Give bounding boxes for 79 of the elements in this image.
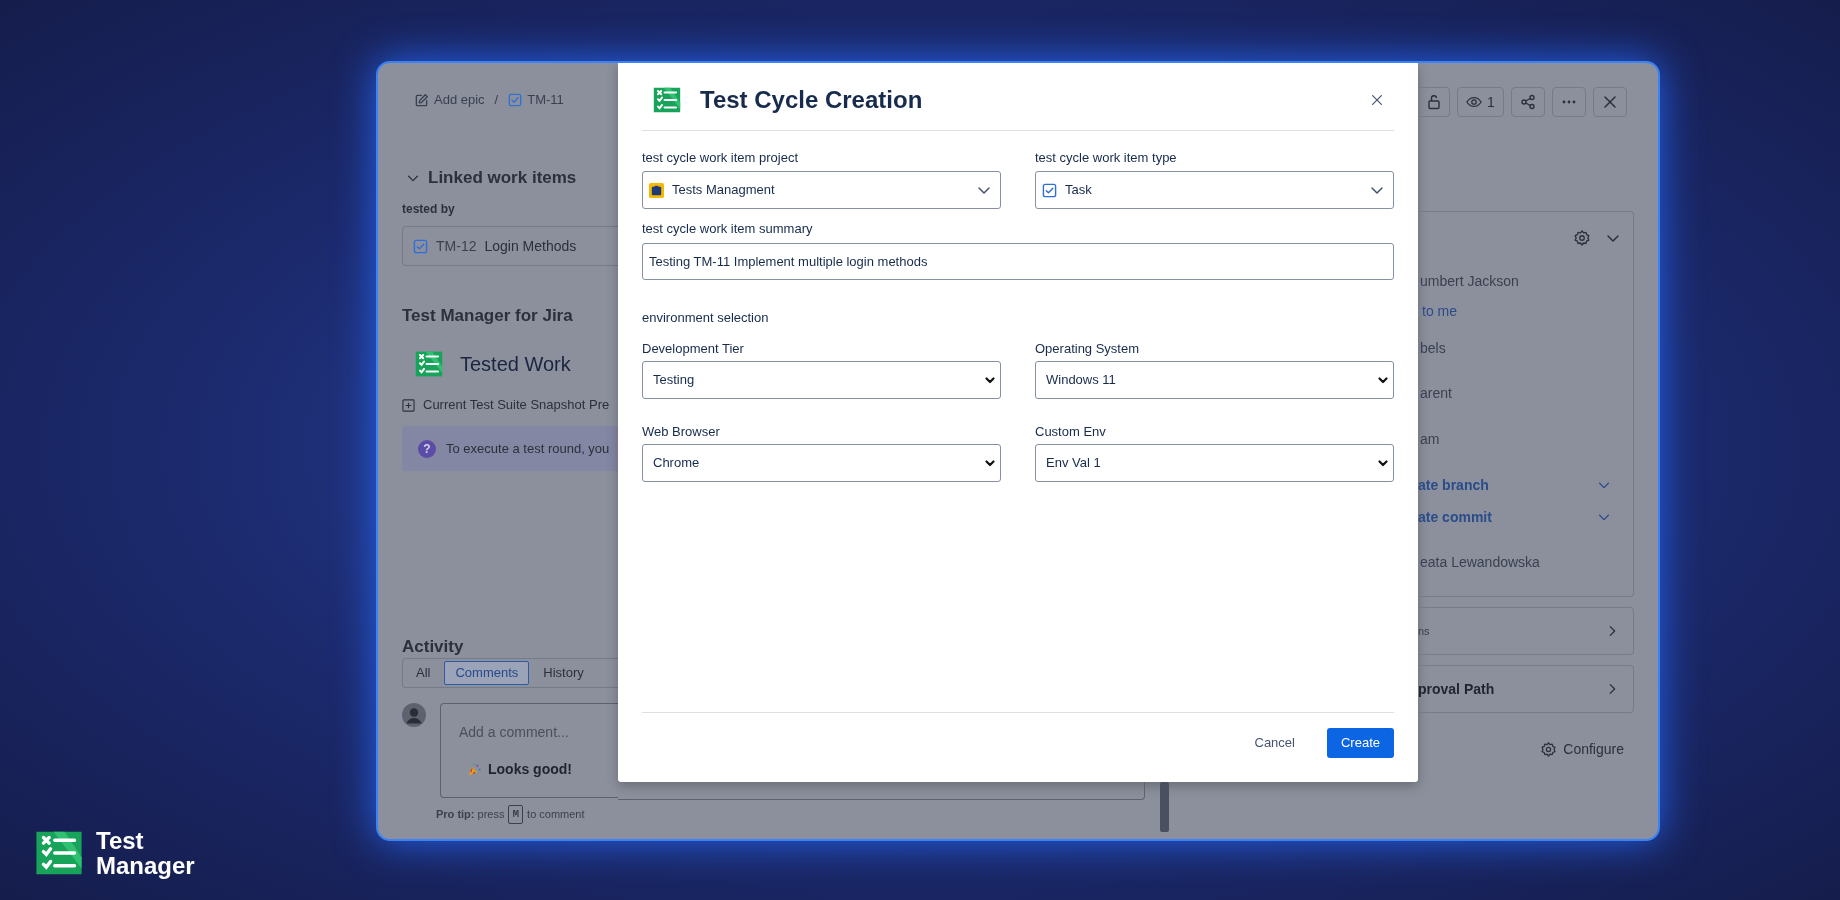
lock-icon (1425, 94, 1442, 110)
info-text: To execute a test round, you (446, 439, 610, 458)
section-heading: Linked work items (428, 167, 577, 190)
checkbox-icon (1042, 182, 1057, 198)
configure-button[interactable]: Configure (1540, 739, 1624, 760)
select-field[interactable]: Windows 11 (1035, 361, 1394, 399)
field-value: umbert Jackson (1419, 272, 1520, 291)
relation-label: tested by (402, 201, 456, 217)
checkbox-icon (508, 93, 523, 107)
select-field[interactable]: Task (1035, 171, 1394, 209)
select-field[interactable]: Env Val 1 (1035, 444, 1394, 482)
party-popper-icon (467, 762, 482, 777)
chevron-icon (1377, 374, 1389, 386)
scrollbar[interactable] (1160, 782, 1169, 832)
help-icon: ? (418, 439, 436, 458)
field-value: am (1419, 430, 1441, 449)
pencil-icon (414, 92, 429, 108)
select-field[interactable]: Chrome (642, 444, 1001, 482)
keyboard-key: M (508, 805, 524, 824)
pro-tip-text: Pro tip: press (436, 807, 505, 822)
field-label: Web Browser (642, 423, 721, 441)
section-heading: Activity (402, 636, 465, 656)
panel-heading: Tested Work (460, 352, 571, 377)
checklist-logo-icon (414, 350, 444, 378)
expand-plus-icon[interactable] (402, 398, 415, 412)
field-label: Custom Env (1035, 423, 1107, 441)
close-button[interactable] (1592, 87, 1627, 117)
dialog-title: Test Cycle Creation (700, 85, 923, 115)
checklist-logo-icon (652, 86, 682, 114)
create-button[interactable]: Create (1326, 728, 1394, 758)
chevron-icon (984, 457, 996, 469)
breadcrumb-link[interactable]: Add epic (414, 90, 485, 110)
panel-title: Test Manager for Jira (402, 305, 574, 325)
share-button[interactable] (1510, 87, 1545, 117)
field-label: test cycle work item type (1035, 149, 1178, 167)
settings-icon (1540, 741, 1558, 758)
eye-icon (1466, 94, 1482, 110)
watcher-count: 1 (1487, 92, 1495, 112)
chevron-icon (984, 374, 996, 386)
project-avatar-icon (649, 182, 664, 198)
linked-item-row[interactable]: TM-12 Login Methods (402, 226, 618, 266)
chevron-icon (1377, 457, 1389, 469)
dev-link[interactable]: ate commit (1418, 506, 1492, 528)
field-label: test cycle work item project (642, 149, 800, 167)
breadcrumb-separator: / (494, 91, 499, 110)
checkbox-icon (413, 238, 428, 254)
select-field[interactable]: Tests Managment (642, 171, 1001, 209)
field-value: bels (1419, 339, 1447, 358)
activity-tab[interactable]: Comments (444, 661, 530, 685)
issue-summary: Login Methods (484, 236, 577, 256)
collapsed-section[interactable]: ns (1418, 607, 1634, 655)
input-field[interactable]: Testing TM-11 Implement multiple login methods (642, 243, 1394, 280)
close-icon (1601, 94, 1618, 110)
field-value: eata Lewandowska (1419, 553, 1541, 572)
activity-tab[interactable]: History (533, 661, 594, 685)
activity-tab[interactable]: All (406, 661, 441, 685)
settings-icon[interactable] (1573, 229, 1591, 247)
cancel-button[interactable]: Cancel (1240, 728, 1309, 758)
brand-name-line: Manager (96, 853, 195, 878)
quick-reply-chip[interactable]: Looks good! (488, 759, 572, 780)
dev-link[interactable]: ate branch (1418, 474, 1489, 496)
issue-key: TM-12 (436, 235, 477, 257)
avatar-icon (402, 703, 426, 727)
collapsed-section[interactable]: proval Path (1418, 665, 1634, 713)
eye-button[interactable]: 1 (1457, 87, 1504, 117)
brand-name-line: Test (96, 828, 145, 853)
close-icon[interactable] (1370, 93, 1384, 107)
breadcrumb-link[interactable]: TM-11 (508, 90, 564, 110)
field-label: Development Tier (642, 340, 745, 358)
pro-tip-text: to comment (527, 807, 585, 822)
field-label: environment selection (642, 309, 770, 327)
field-value: arent (1419, 384, 1453, 403)
share-icon (1519, 94, 1536, 110)
select-field[interactable]: Testing (642, 361, 1001, 399)
assign-link[interactable]: to me (1418, 301, 1633, 321)
snapshot-label[interactable]: Current Test Suite Snapshot Pre (423, 395, 610, 415)
field-label: test cycle work item summary (642, 220, 814, 238)
field-label: Operating System (1035, 340, 1141, 358)
lock-button[interactable] (1418, 87, 1450, 117)
